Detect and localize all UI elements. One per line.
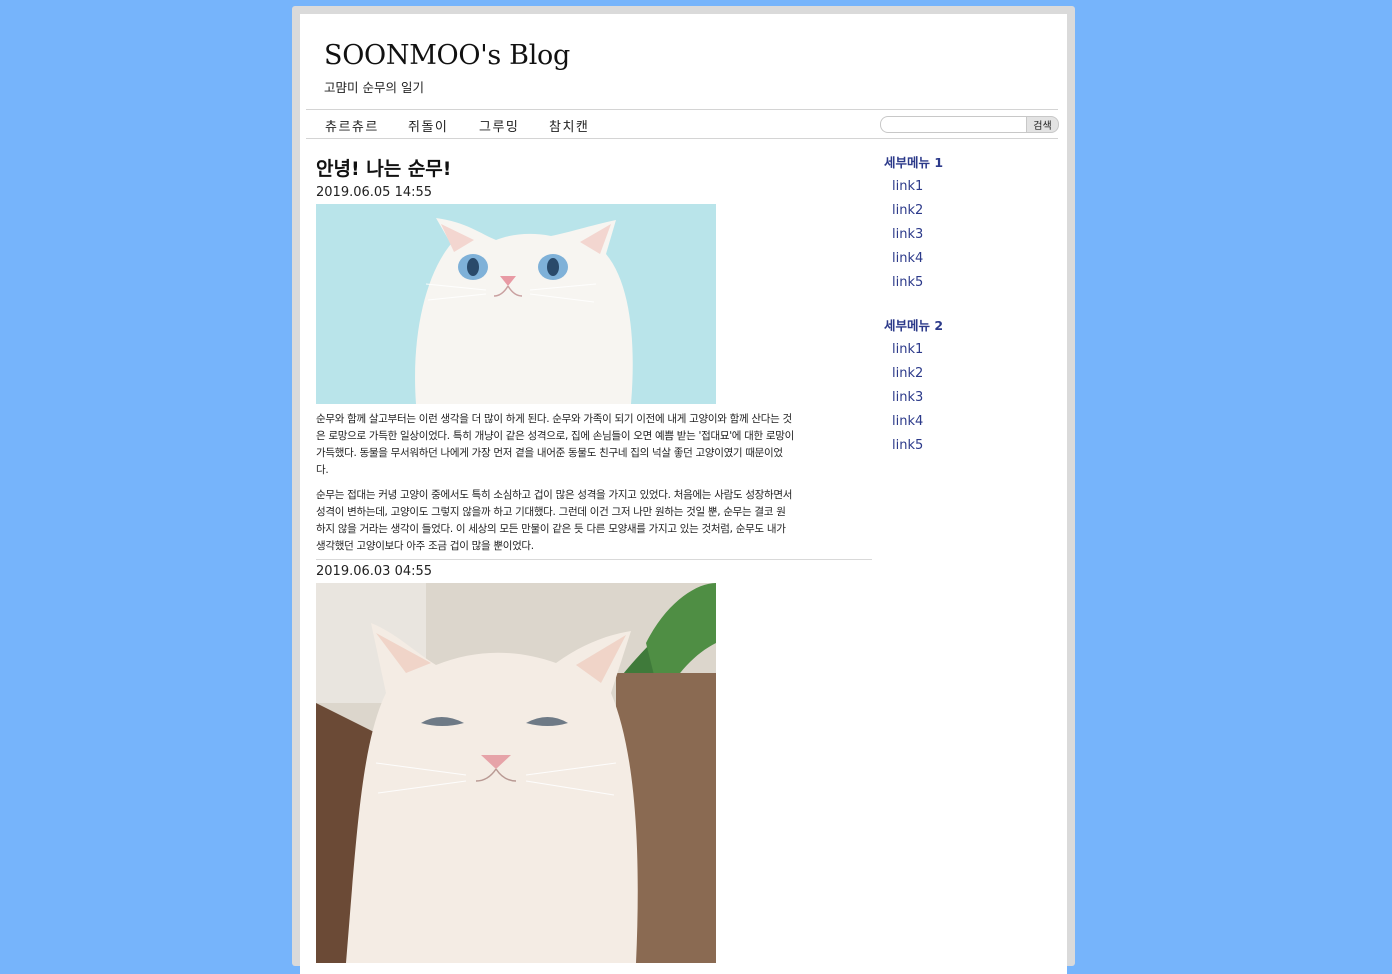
cat-illustration: [316, 583, 716, 963]
blog-page: SOONMOO's Blog 고먐미 순무의 일기 츄르츄르 쥐돌이 그루밍 참…: [300, 14, 1067, 974]
post-body: 순무와 함께 살고부터는 이런 생각을 더 많이 하게 된다. 순무와 가족이 …: [316, 411, 794, 563]
nav-item-churu[interactable]: 츄르츄르: [325, 116, 379, 135]
sidebar-link-2[interactable]: link2: [892, 202, 1044, 226]
sidebar-link-4[interactable]: link4: [892, 250, 1044, 274]
cat-illustration: [316, 204, 716, 404]
sidebar-link-3[interactable]: link3: [892, 389, 1044, 413]
search-button[interactable]: 검색: [1026, 116, 1059, 133]
sidebar-link-4[interactable]: link4: [892, 413, 1044, 437]
nav-item-tuna-can[interactable]: 참치캔: [549, 116, 589, 135]
blog-title[interactable]: SOONMOO's Blog: [324, 40, 570, 71]
post-paragraph: 순무는 접대는 커녕 고양이 중에서도 특히 소심하고 겁이 많은 성격을 가지…: [316, 489, 793, 552]
nav-item-grooming[interactable]: 그루밍: [479, 116, 519, 135]
sidebar-group-2: 세부메뉴 2 link1 link2 link3 link4 link5: [884, 317, 1044, 461]
post-paragraph: 순무와 함께 살고부터는 이런 생각을 더 많이 하게 된다. 순무와 가족이 …: [316, 413, 795, 476]
post-date: 2019.06.05 14:55: [316, 185, 433, 200]
sidebar-heading: 세부메뉴 1: [884, 155, 944, 170]
grumpy-white-cat-photo: [316, 583, 716, 963]
sidebar-link-1[interactable]: link1: [892, 178, 1044, 202]
sidebar-heading: 세부메뉴 2: [884, 318, 944, 333]
sidebar-link-1[interactable]: link1: [892, 341, 1044, 365]
post-divider: [316, 559, 872, 560]
nav-item-mouse-toy[interactable]: 쥐돌이: [408, 116, 448, 135]
sidebar-link-5[interactable]: link5: [892, 437, 1044, 461]
post-title[interactable]: 안녕! 나는 순무!: [316, 154, 451, 181]
blog-subtitle: 고먐미 순무의 일기: [324, 80, 424, 95]
sidebar-link-3[interactable]: link3: [892, 226, 1044, 250]
search-input[interactable]: [880, 116, 1031, 133]
nav-bar: 츄르츄르 쥐돌이 그루밍 참치캔 검색: [306, 109, 1059, 139]
sidebar-link-5[interactable]: link5: [892, 274, 1044, 298]
white-cat-looking-up-photo: [316, 204, 716, 404]
sidebar-group-1: 세부메뉴 1 link1 link2 link3 link4 link5: [884, 154, 1044, 298]
post-date: 2019.06.03 04:55: [316, 564, 433, 579]
sidebar-link-2[interactable]: link2: [892, 365, 1044, 389]
